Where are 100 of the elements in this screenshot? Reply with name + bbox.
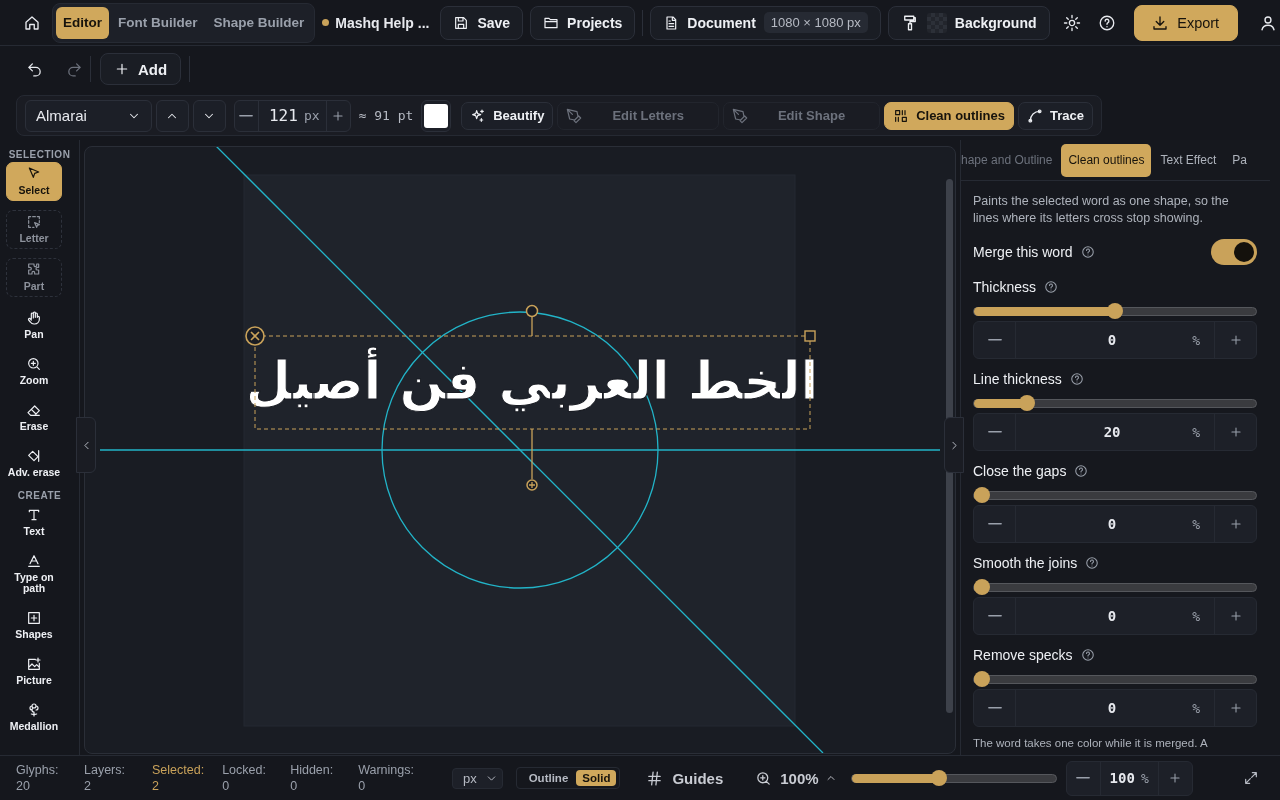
unit-label: % (1192, 516, 1200, 532)
settings-icon (1063, 13, 1082, 32)
count-label: Locked: (222, 762, 267, 778)
help-icon[interactable] (1080, 648, 1095, 662)
projects-button[interactable]: Projects (530, 5, 636, 40)
minus-icon (987, 338, 1002, 342)
view-mode-option[interactable]: Solid (576, 770, 617, 786)
export-button[interactable]: Export (1134, 4, 1239, 41)
mode-tab[interactable]: Font Builder (111, 6, 205, 39)
help-icon (1098, 13, 1117, 32)
font-select[interactable]: Almarai (25, 99, 152, 132)
help-icon[interactable] (1085, 556, 1100, 570)
panel-tab[interactable]: Pa (1225, 143, 1254, 177)
setting-label: Close the gaps (973, 463, 1067, 479)
eraser-icon (26, 402, 42, 419)
help-icon[interactable] (1044, 280, 1059, 294)
mode-tab[interactable]: Shape Builder (206, 6, 312, 39)
count-label: Layers: (84, 762, 126, 778)
save-button[interactable]: Save (440, 5, 524, 40)
redo-icon (65, 60, 83, 78)
tool-button[interactable]: Beautify (461, 101, 554, 130)
add-button[interactable]: Add (100, 53, 182, 85)
delete-handle-icon[interactable] (245, 326, 265, 346)
count-label: Warnings: (358, 762, 414, 778)
number-value[interactable]: 0 (1016, 700, 1193, 716)
trace-button[interactable]: Trace (1018, 101, 1093, 130)
resize-handle[interactable] (804, 330, 816, 342)
count-label: Glyphs: (16, 762, 60, 778)
zoom-slider-track[interactable] (850, 773, 1057, 783)
grid-hash-icon (646, 769, 664, 787)
unit-label: % (1192, 700, 1200, 716)
plus-icon (1228, 517, 1243, 531)
pen-nib-icon (731, 107, 748, 124)
panel-tab[interactable]: Clean outlines (1061, 143, 1152, 177)
unit-label: % (1192, 608, 1200, 624)
help-icon[interactable] (1080, 245, 1095, 259)
project-title[interactable]: Mashq Help ... (335, 14, 430, 31)
grid-icon (893, 107, 910, 124)
tool-button[interactable]: Clean outlines (884, 101, 1014, 130)
section-label: SELECTION (7, 149, 72, 160)
slider-thumb[interactable] (1019, 395, 1036, 411)
tool-button[interactable]: Adv. erase (6, 444, 62, 483)
background-button[interactable]: Background (887, 5, 1050, 40)
tool-button[interactable]: Erase (6, 398, 62, 437)
count-value: 20 (16, 778, 31, 794)
hand-icon (26, 310, 42, 326)
guides-button[interactable]: Guides (646, 769, 724, 787)
eraser-icon (26, 448, 42, 465)
slider-thumb[interactable] (974, 671, 990, 687)
zoom-icon (26, 356, 42, 372)
slider-thumb[interactable] (1107, 303, 1123, 319)
count-label: Hidden: (290, 762, 335, 778)
minus-icon (987, 614, 1002, 618)
scrollbar-thumb[interactable] (946, 179, 953, 713)
tool-button[interactable]: Select (6, 162, 62, 201)
expand-icon (1243, 770, 1259, 786)
minus-icon (987, 430, 1002, 434)
document-size: 1080 × 1080 px (763, 12, 868, 33)
color-swatch[interactable] (421, 99, 452, 132)
document-button[interactable]: Document 1080 × 1080 px (650, 5, 881, 40)
tool-button[interactable]: Shapes (6, 606, 62, 645)
number-value[interactable]: 0 (1016, 516, 1193, 532)
zoom-value[interactable]: 100 (1109, 770, 1135, 786)
plus-icon (1228, 701, 1243, 715)
unit-select[interactable]: px (451, 767, 503, 789)
size-value[interactable]: 121 (268, 106, 298, 125)
plus-icon (1228, 425, 1243, 439)
minus-icon (1076, 776, 1091, 780)
tool-button[interactable]: Pan (6, 306, 62, 344)
view-mode-option[interactable]: Outline (522, 770, 575, 786)
slider-thumb[interactable] (974, 579, 990, 595)
help-icon[interactable] (1074, 464, 1089, 478)
count-value: 0 (358, 778, 367, 794)
tool-button[interactable]: Text (6, 503, 62, 542)
panel-tab[interactable]: hape and Outline (961, 143, 1060, 177)
square-plus-icon (26, 610, 42, 627)
number-value[interactable]: 0 (1016, 608, 1193, 624)
unit-label: px (303, 108, 320, 123)
image-plus-icon (26, 656, 42, 673)
fullscreen-button[interactable] (1243, 770, 1259, 786)
plus-icon (1168, 771, 1183, 785)
zoom-level[interactable]: 100% (780, 769, 819, 787)
anchor-handle[interactable] (526, 428, 538, 491)
panel-tab[interactable]: Text Effect (1153, 143, 1224, 177)
number-value[interactable]: 0 (1016, 332, 1193, 348)
merge-toggle[interactable] (1211, 239, 1257, 265)
unit-label: % (1192, 424, 1200, 440)
tool-button[interactable]: Medallion (6, 698, 62, 737)
slider-thumb[interactable] (930, 769, 947, 786)
setting-label: Thickness (973, 279, 1037, 295)
tool-button[interactable]: Zoom (6, 352, 62, 391)
help-icon[interactable] (1069, 372, 1084, 386)
mode-tab[interactable]: Editor (56, 6, 109, 39)
tool-button[interactable]: Picture (6, 652, 62, 691)
rotate-handle[interactable] (525, 304, 539, 337)
panel-description: Paints the selected word as one shape, so the lines where its letters cross stop showing. (973, 193, 1230, 227)
plus-icon (114, 61, 130, 77)
slider-thumb[interactable] (974, 487, 990, 503)
number-value[interactable]: 20 (1016, 424, 1193, 440)
tool-button[interactable]: Type on path (6, 549, 62, 599)
